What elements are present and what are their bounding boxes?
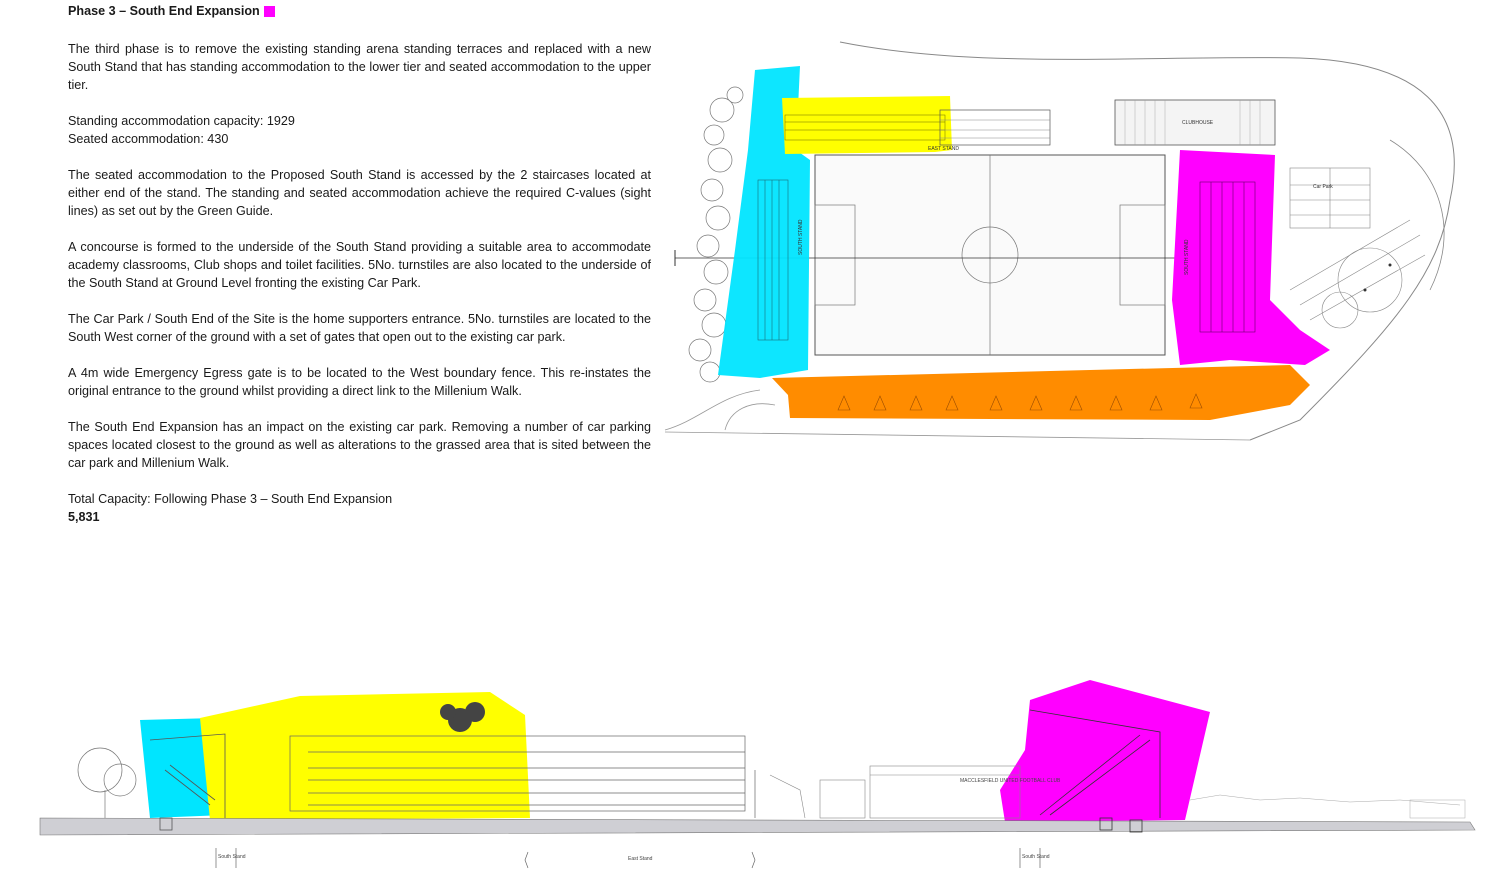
drawings-canvas: EAST STAND CLUBHOUSE Car Park SOUTH STAN… xyxy=(39,41,1476,869)
road-curve-2 xyxy=(724,403,776,431)
boundary-inner xyxy=(1389,139,1445,291)
section-tree-icon xyxy=(77,747,137,818)
east-stand-structure xyxy=(939,109,1051,146)
section-label-south-stand-left: South Stand xyxy=(218,854,246,860)
yellow-zone xyxy=(782,96,952,154)
south-stand-label-right: SOUTH STAND xyxy=(1184,239,1190,275)
tree-marker-icon xyxy=(1388,263,1392,267)
car-park-label: Car Park xyxy=(1313,184,1333,190)
east-stand-label: EAST STAND xyxy=(928,146,959,152)
landscape-area xyxy=(1321,247,1403,329)
right-landscape xyxy=(1189,794,1466,819)
clubhouse-label: CLUBHOUSE xyxy=(1182,120,1214,126)
section-label-south-stand-right: South Stand xyxy=(1022,854,1050,860)
middle-building xyxy=(769,765,1021,819)
orange-zone xyxy=(772,365,1310,420)
road-curve xyxy=(664,389,761,431)
tree-marker-icon-2 xyxy=(1363,288,1367,292)
east-stand-rows xyxy=(940,119,1050,139)
club-sign-text: MACCLESFIELD UNITED FOOTBALL CLUB xyxy=(960,778,1061,784)
site-plan: EAST STAND CLUBHOUSE Car Park SOUTH STAN… xyxy=(664,41,1455,441)
section-magenta-zone xyxy=(1000,680,1210,822)
section-label-east-stand: East Stand xyxy=(628,856,653,862)
south-boundary-line xyxy=(664,431,1251,441)
section-elevation: MACCLESFIELD UNITED FOOTBALL CLUB South … xyxy=(39,680,1476,869)
ground-line xyxy=(39,817,1476,836)
south-stand-label-left: SOUTH STAND xyxy=(798,219,804,255)
car-park-bays xyxy=(1289,167,1426,321)
